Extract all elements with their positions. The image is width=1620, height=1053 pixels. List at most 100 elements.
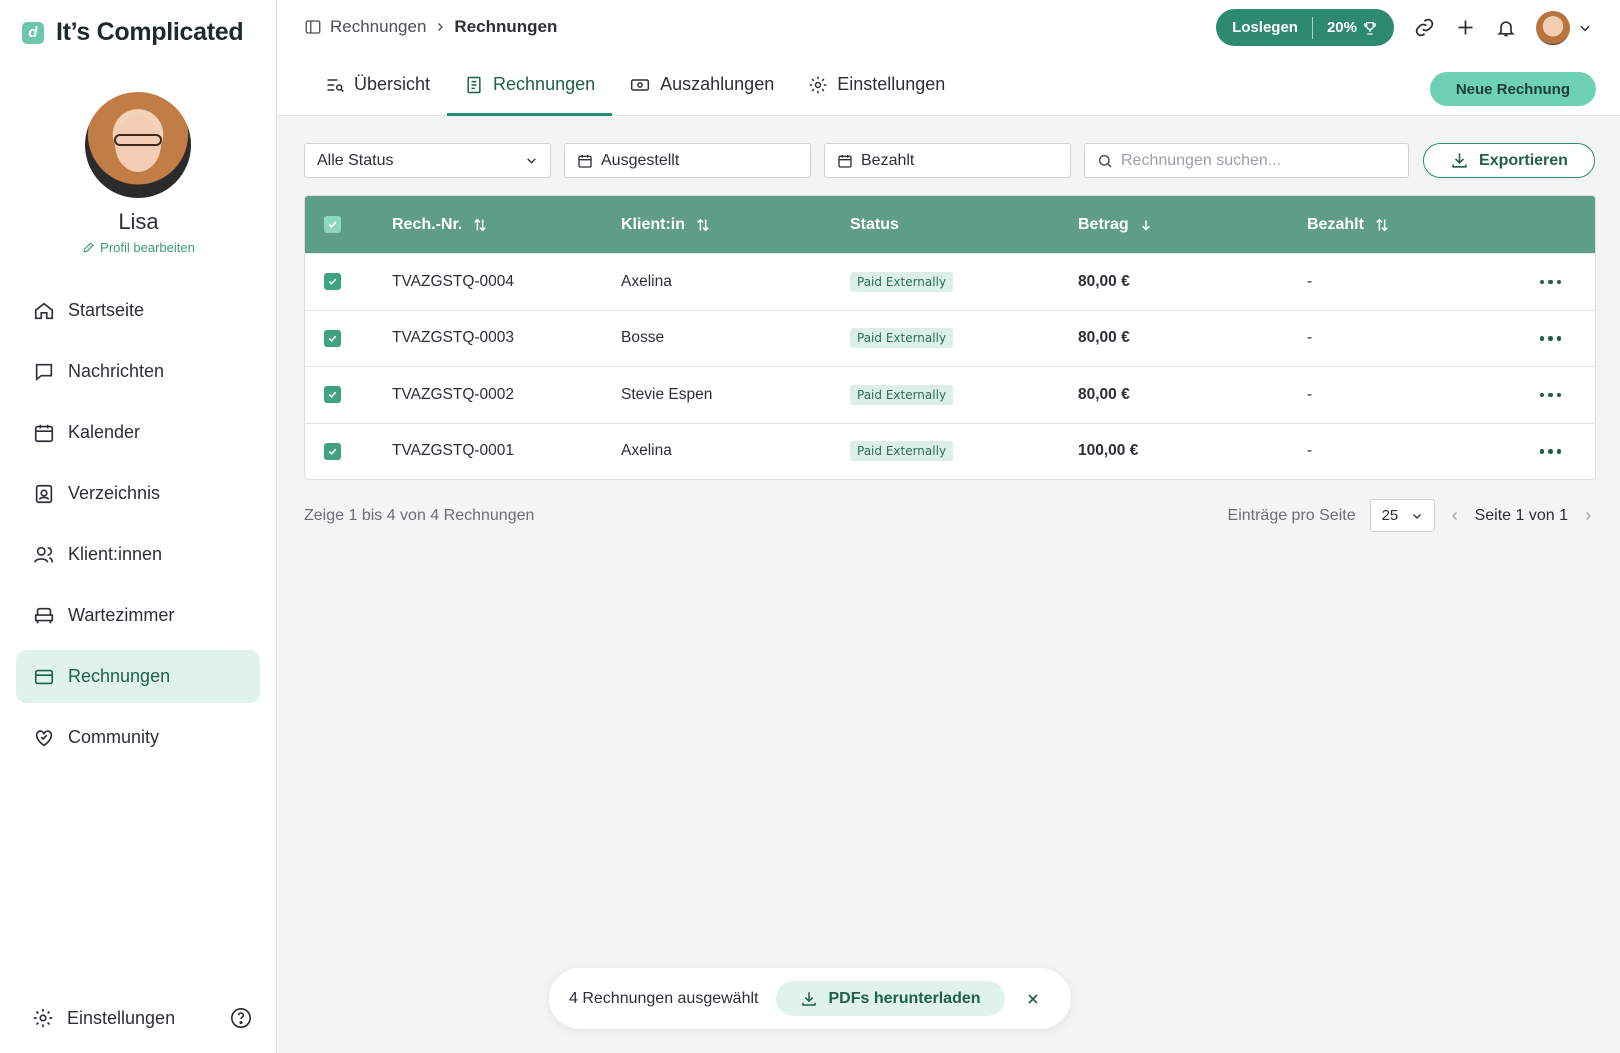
tab-label: Rechnungen (493, 74, 596, 94)
row-checkbox[interactable] (324, 273, 341, 291)
more-options-icon[interactable] (1539, 449, 1561, 454)
search-input[interactable]: Rechnungen suchen... (1084, 143, 1409, 178)
sidebar: d It’s Complicated Lisa Profil bearbeite… (0, 0, 277, 1053)
sidebar-item-label: Startseite (68, 300, 145, 320)
close-icon[interactable] (1025, 991, 1041, 1007)
download-icon (1452, 153, 1467, 168)
directory-icon (35, 484, 53, 503)
paid-date-filter[interactable]: Bezahlt (824, 143, 1071, 178)
column-header-status: Status (850, 216, 1078, 234)
table-row[interactable]: TVAZGSTQ-0003 Bosse Paid Externally 80,0… (305, 309, 1595, 367)
status-select[interactable]: Alle Status (304, 143, 551, 178)
profile-avatar[interactable] (85, 92, 191, 198)
topbar-actions: Loslegen 20% (1216, 9, 1592, 46)
link-icon[interactable] (1414, 17, 1435, 38)
column-header-client[interactable]: Klient:in (621, 216, 850, 234)
invoice-table: Rech.-Nr. Klient:in Status Betrag Bezahl… (304, 195, 1596, 480)
filter-bar: Alle Status Ausgestellt Bezahlt Rechnung… (304, 143, 1596, 178)
breadcrumb-parent[interactable]: Rechnungen (330, 17, 426, 37)
invoice-number: TVAZGSTQ-0001 (392, 442, 515, 460)
sidebar-nav: Startseite Nachrichten Kalender Verzeich… (16, 284, 260, 772)
column-header-amount[interactable]: Betrag (1078, 216, 1307, 234)
row-checkbox[interactable] (324, 386, 341, 404)
row-checkbox[interactable] (324, 329, 341, 347)
sidebar-item-label: Kalender (68, 422, 141, 442)
document-icon (467, 76, 481, 93)
column-header-label: Bezahlt (1307, 215, 1364, 233)
issued-filter-label: Ausgestellt (601, 151, 680, 169)
download-icon (802, 991, 817, 1006)
table-row[interactable]: TVAZGSTQ-0001 Axelina Paid Externally 10… (305, 422, 1595, 480)
help-icon[interactable] (230, 1007, 252, 1029)
sidebar-item-verzeichnis[interactable]: Verzeichnis (16, 467, 260, 520)
message-icon (35, 363, 53, 381)
breadcrumb-current: Rechnungen (454, 17, 558, 36)
topbar: Rechnungen Rechnungen Loslegen 20% (278, 0, 1620, 56)
column-header-paid[interactable]: Bezahlt (1307, 216, 1535, 234)
sidebar-item-startseite[interactable]: Startseite (16, 284, 260, 337)
sidebar-item-community[interactable]: Community (16, 711, 260, 764)
tab-payouts[interactable]: Auszahlungen (612, 56, 791, 116)
sidebar-item-label: Verzeichnis (68, 483, 161, 503)
sidebar-item-kalender[interactable]: Kalender (16, 406, 260, 459)
client-name: Stevie Espen (621, 385, 713, 403)
status-badge: Paid Externally (850, 441, 954, 462)
user-menu[interactable] (1536, 10, 1592, 45)
tab-settings[interactable]: Einstellungen (791, 56, 962, 116)
sort-icon (474, 218, 487, 231)
export-label: Exportieren (1479, 151, 1568, 169)
more-options-icon[interactable] (1539, 392, 1561, 397)
sidebar-item-label: Nachrichten (68, 361, 165, 381)
breadcrumb: Rechnungen Rechnungen (304, 17, 557, 37)
sidebar-item-klientinnen[interactable]: Klient:innen (16, 528, 260, 581)
sidebar-item-nachrichten[interactable]: Nachrichten (16, 345, 260, 398)
progress-percent: 20% (1326, 19, 1357, 36)
status-badge: Paid Externally (850, 328, 954, 349)
plus-icon[interactable] (1455, 17, 1476, 38)
get-started-button[interactable]: Loslegen 20% (1216, 9, 1394, 46)
paid-date: - (1307, 272, 1313, 290)
export-button[interactable]: Exportieren (1423, 143, 1595, 178)
sidebar-settings-label: Einstellungen (67, 1007, 176, 1028)
sidebar-item-label: Rechnungen (68, 666, 171, 686)
sidebar-item-label: Community (68, 727, 160, 747)
chevron-left-icon[interactable] (1449, 510, 1461, 522)
sort-icon (1376, 218, 1388, 231)
sidebar-toggle-icon[interactable] (304, 18, 322, 36)
sidebar-settings-link[interactable]: Einstellungen (32, 1007, 175, 1029)
sidebar-item-rechnungen[interactable]: Rechnungen (16, 650, 260, 703)
status-badge: Paid Externally (850, 384, 954, 405)
sidebar-item-wartezimmer[interactable]: Wartezimmer (16, 589, 260, 642)
tabs-bar: Übersicht Rechnungen Auszahlungen Einste… (278, 56, 1620, 116)
table-row[interactable]: TVAZGSTQ-0002 Stevie Espen Paid External… (305, 366, 1595, 423)
home-icon (34, 302, 54, 319)
row-checkbox[interactable] (324, 442, 341, 460)
status-select-value: Alle Status (317, 151, 394, 169)
app-logo[interactable]: d It’s Complicated (22, 18, 244, 47)
per-page-select[interactable]: 25 (1369, 499, 1435, 532)
issued-date-filter[interactable]: Ausgestellt (564, 143, 811, 178)
table-row[interactable]: TVAZGSTQ-0004 Axelina Paid Externally 80… (305, 253, 1595, 310)
bell-icon[interactable] (1496, 18, 1516, 38)
search-placeholder: Rechnungen suchen... (1121, 151, 1282, 169)
tab-invoices[interactable]: Rechnungen (447, 56, 613, 116)
calendar-icon (34, 424, 54, 442)
invoice-amount: 80,00 € (1078, 272, 1130, 290)
more-options-icon[interactable] (1539, 336, 1561, 341)
column-header-nr[interactable]: Rech.-Nr. (392, 216, 621, 234)
new-invoice-button[interactable]: Neue Rechnung (1429, 72, 1596, 106)
get-started-label: Loslegen (1232, 19, 1298, 36)
gear-icon (809, 76, 827, 93)
select-all-checkbox[interactable] (324, 216, 341, 233)
edit-profile-link[interactable]: Profil bearbeiten (0, 240, 277, 255)
sort-desc-icon (1141, 219, 1150, 231)
chevron-right-icon[interactable] (1582, 510, 1594, 522)
invoice-amount: 80,00 € (1078, 385, 1130, 403)
tab-label: Übersicht (354, 74, 431, 94)
more-options-icon[interactable] (1539, 279, 1561, 284)
invoice-number: TVAZGSTQ-0003 (392, 329, 515, 347)
download-pdfs-button[interactable]: PDFs herunterladen (776, 981, 1005, 1016)
search-icon (1098, 154, 1112, 168)
tab-list: Übersicht Rechnungen Auszahlungen Einste… (308, 56, 962, 116)
tab-overview[interactable]: Übersicht (308, 56, 447, 116)
